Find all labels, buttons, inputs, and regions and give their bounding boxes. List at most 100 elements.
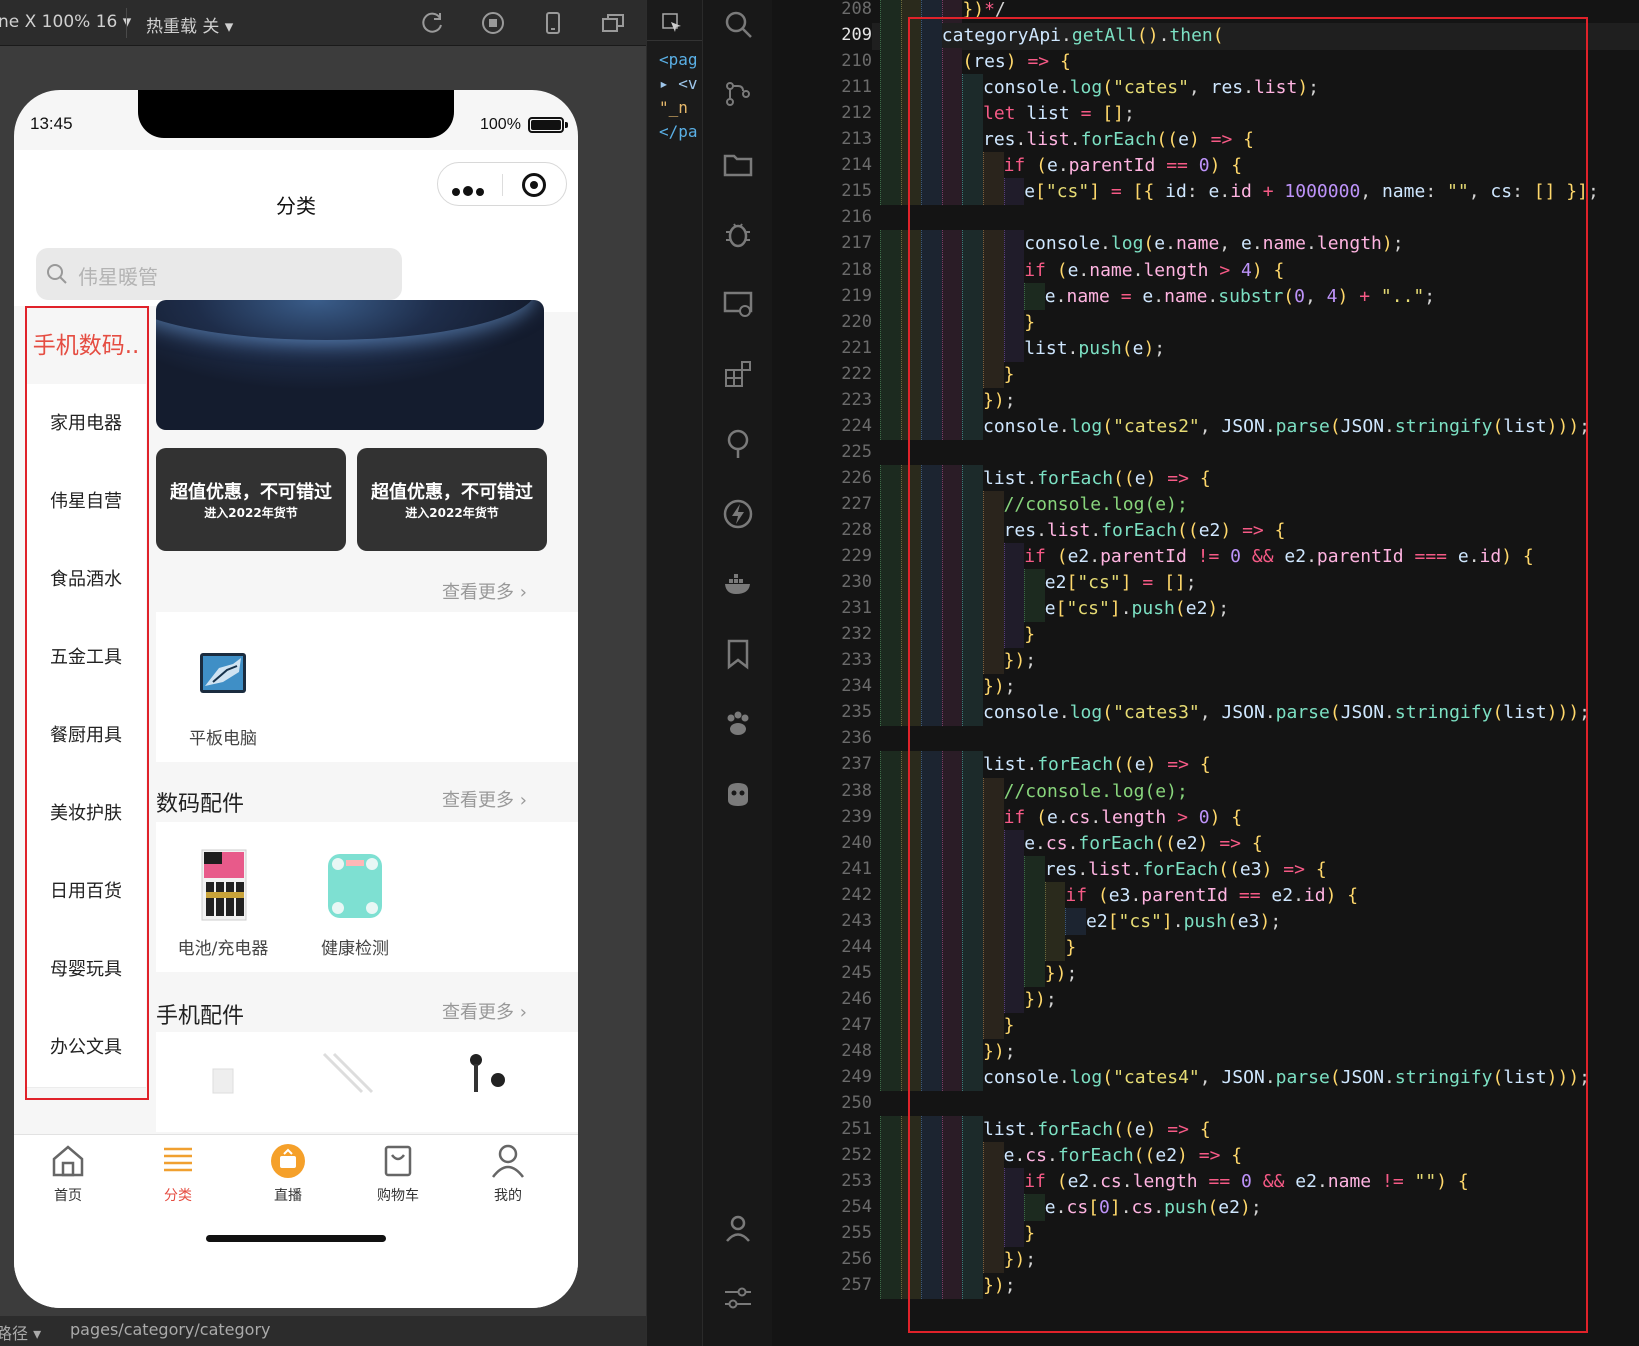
tab-live[interactable]: 直播	[238, 1141, 338, 1211]
code-line[interactable]: if (e.name.length > 4) {	[1024, 257, 1284, 284]
promo-card[interactable]: 超值优惠，不可错过 进入2022年货节	[357, 448, 547, 551]
see-more-link[interactable]: 查看更多 ›	[442, 578, 527, 604]
tab-category[interactable]: 分类	[128, 1141, 228, 1211]
cable-product-image[interactable]	[322, 1052, 382, 1096]
settings-sliders-icon[interactable]	[722, 1282, 754, 1314]
tab-home[interactable]: 首页	[18, 1141, 118, 1211]
code-line[interactable]: if (e.parentId == 0) {	[1004, 152, 1243, 179]
earphone-product-image[interactable]	[468, 1052, 510, 1096]
code-line[interactable]: }	[1024, 621, 1035, 648]
code-line[interactable]: }	[1024, 1220, 1035, 1247]
code-line[interactable]: e["cs"].push(e2);	[1045, 595, 1229, 622]
code-line[interactable]: let list = [];	[983, 100, 1135, 127]
tab-cart[interactable]: 购物车	[348, 1141, 448, 1211]
wxml-line[interactable]: ▸ <v	[659, 74, 698, 93]
wxml-line[interactable]: "_n	[659, 98, 688, 117]
code-line[interactable]: e2["cs"] = [];	[1045, 569, 1197, 596]
sidebar-item-self-operated[interactable]: 伟星自营	[26, 462, 146, 542]
device-select[interactable]: ne X 100% 16 ▾	[0, 12, 131, 32]
scale-product-image[interactable]	[326, 852, 384, 920]
sidebar-item-daily[interactable]: 日用百货	[26, 852, 146, 932]
lightning-icon[interactable]	[722, 498, 754, 530]
code-line[interactable]: if (e2.cs.length == 0 && e2.name != "") …	[1024, 1168, 1469, 1195]
see-more-link[interactable]: 查看更多 ›	[442, 786, 527, 812]
code-line[interactable]: }	[1024, 309, 1035, 336]
sidebar-item-kitchen[interactable]: 餐厨用具	[26, 696, 146, 776]
code-line[interactable]: if (e3.parentId == e2.id) {	[1065, 882, 1358, 909]
accessory-product-image[interactable]	[212, 1068, 234, 1094]
code-line[interactable]: list.forEach((e) => {	[983, 751, 1211, 778]
code-line[interactable]: });	[983, 673, 1016, 700]
code-line[interactable]: categoryApi.getAll().then(	[942, 22, 1224, 49]
code-line[interactable]: res.list.forEach((e) => {	[983, 126, 1254, 153]
sidebar-item-office[interactable]: 办公文具	[26, 1008, 146, 1088]
code-line[interactable]: })*/	[962, 0, 1005, 23]
code-line[interactable]: e.cs.forEach((e2) => {	[1024, 830, 1263, 857]
promo-card[interactable]: 超值优惠，不可错过 进入2022年货节	[156, 448, 346, 551]
code-line[interactable]: list.forEach((e) => {	[983, 1116, 1211, 1143]
code-editor[interactable]: 208 209 210 211 212 213 214 215 216 217 218 219 220 2…	[772, 0, 1639, 1346]
sidebar-item-digital[interactable]: 手机数码..	[26, 306, 146, 386]
search-bar[interactable]: 伟星暖管	[36, 248, 402, 300]
paw-icon[interactable]	[722, 708, 754, 740]
tab-profile[interactable]: 我的	[458, 1141, 558, 1211]
code-line[interactable]: });	[1004, 1246, 1037, 1273]
code-line[interactable]: e.cs[0].cs.push(e2);	[1045, 1194, 1262, 1221]
more-menu-icon[interactable]	[452, 181, 487, 200]
debug-icon[interactable]	[722, 218, 754, 250]
code-line[interactable]: }	[1065, 934, 1076, 961]
stop-icon[interactable]	[480, 10, 506, 36]
code-line[interactable]: e.cs.forEach((e2) => {	[1004, 1142, 1243, 1169]
code-line[interactable]: res.list.forEach((e3) => {	[1045, 856, 1327, 883]
code-line[interactable]: if (e2.parentId != 0 && e2.parentId === …	[1024, 543, 1534, 570]
code-line[interactable]: e["cs"] = [{ id: e.id + 1000000, name: "…	[1024, 178, 1599, 205]
phone-preview-icon[interactable]	[540, 10, 566, 36]
code-line[interactable]: });	[1024, 986, 1057, 1013]
code-line[interactable]: res.list.forEach((e2) => {	[1004, 517, 1286, 544]
sidebar-item-hardware[interactable]: 五金工具	[26, 618, 146, 698]
path-dropdown[interactable]: 路径 ▾	[0, 1320, 41, 1344]
source-control-icon[interactable]	[722, 78, 754, 110]
code-line[interactable]: console.log(e.name, e.name.length);	[1024, 230, 1403, 257]
wxml-line[interactable]: <pag	[659, 50, 698, 69]
code-line[interactable]: list.push(e);	[1024, 335, 1165, 362]
bookmark-icon[interactable]	[722, 638, 754, 670]
copilot-icon[interactable]	[722, 778, 754, 810]
code-line[interactable]: }	[1004, 361, 1015, 388]
extensions-icon[interactable]	[722, 358, 754, 390]
close-mini-program-icon[interactable]	[522, 173, 546, 197]
battery-product-image[interactable]	[200, 848, 248, 922]
code-line[interactable]: console.log("cates", res.list);	[983, 74, 1319, 101]
account-icon[interactable]	[722, 1212, 754, 1244]
sidebar-item-food-drinks[interactable]: 食品酒水	[26, 540, 146, 620]
code-line[interactable]: });	[983, 387, 1016, 414]
see-more-link[interactable]: 查看更多 ›	[442, 998, 527, 1024]
code-line[interactable]: list.forEach((e) => {	[983, 465, 1211, 492]
code-line[interactable]: console.log("cates3", JSON.parse(JSON.st…	[983, 699, 1590, 726]
code-line[interactable]: if (e.cs.length > 0) {	[1004, 804, 1243, 831]
tablet-product-image[interactable]	[199, 652, 247, 694]
search-icon[interactable]	[722, 8, 754, 40]
code-line[interactable]: (res) => {	[962, 48, 1070, 75]
refresh-icon[interactable]	[420, 10, 446, 36]
code-line[interactable]: e2["cs"].push(e3);	[1086, 908, 1281, 935]
code-line[interactable]: //console.log(e);	[1004, 491, 1188, 518]
docker-icon[interactable]	[722, 568, 754, 600]
code-area[interactable]: })*/categoryApi.getAll().then((res) => {…	[772, 0, 1639, 1346]
code-line[interactable]: });	[1045, 960, 1078, 987]
sidebar-item-baby-toys[interactable]: 母婴玩具	[26, 930, 146, 1010]
code-line[interactable]: console.log("cates2", JSON.parse(JSON.st…	[983, 413, 1590, 440]
remote-explorer-icon[interactable]	[722, 288, 754, 320]
code-line[interactable]: //console.log(e);	[1004, 778, 1188, 805]
folder-icon[interactable]	[722, 148, 754, 180]
code-line[interactable]: });	[983, 1272, 1016, 1299]
code-line[interactable]: e.name = e.name.substr(0, 4) + "..";	[1045, 283, 1435, 310]
detach-window-icon[interactable]	[600, 10, 626, 36]
code-line[interactable]: });	[1004, 647, 1037, 674]
code-line[interactable]: });	[983, 1038, 1016, 1065]
tree-icon[interactable]	[722, 428, 754, 460]
wxml-line[interactable]: </pa	[659, 122, 698, 141]
code-line[interactable]: }	[1004, 1012, 1015, 1039]
select-element-icon[interactable]	[661, 12, 683, 34]
hot-reload-toggle[interactable]: 热重载 关 ▾	[146, 12, 233, 37]
